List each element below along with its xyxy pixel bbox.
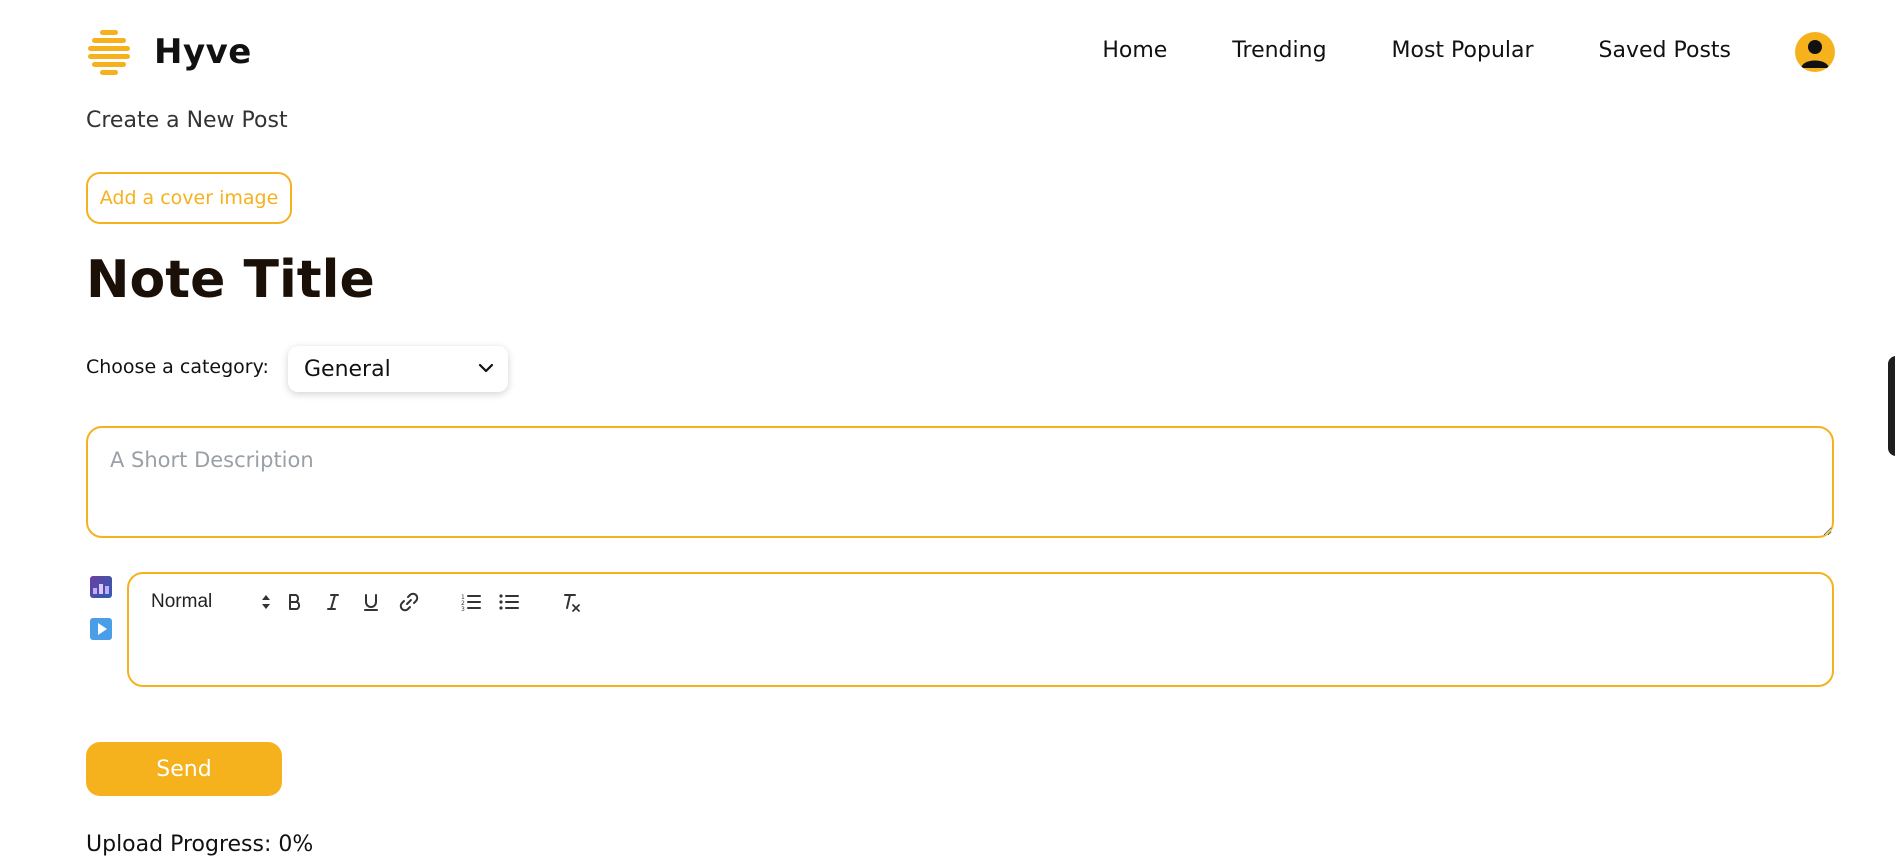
ordered-list-icon: 1 2 3 [461,594,481,612]
italic-button[interactable] [319,588,347,616]
updown-arrows-icon [262,595,270,609]
link-icon [399,592,419,612]
underline-button[interactable] [357,588,385,616]
underline-icon [364,594,378,611]
nav-most-popular[interactable]: Most Popular [1392,38,1534,63]
category-select[interactable]: General [288,346,508,392]
bullet-list-button[interactable] [495,588,523,616]
format-select[interactable]: Normal [151,591,271,613]
nav-home[interactable]: Home [1102,38,1167,63]
insert-video-icon[interactable] [90,618,112,640]
main-nav: Home Trending Most Popular Saved Posts [1037,38,1731,63]
user-avatar-icon[interactable] [1795,32,1835,72]
category-selected-value: General [304,356,391,382]
page-subtitle: Create a New Post [86,108,288,133]
category-label: Choose a category: [86,356,269,378]
nav-saved-posts[interactable]: Saved Posts [1599,38,1731,63]
italic-icon [327,594,339,610]
add-cover-image-button[interactable]: Add a cover image [86,172,292,224]
nav-trending[interactable]: Trending [1232,38,1326,63]
send-button[interactable]: Send [86,742,282,796]
bold-icon [289,594,301,610]
page: Hyve Home Trending Most Popular Saved Po… [0,0,1895,857]
hive-logo-icon [86,30,132,75]
chevron-down-icon [478,363,494,373]
brand-name: Hyve [154,32,252,72]
bullet-list-icon [499,594,519,610]
svg-text:3: 3 [461,606,465,612]
ordered-list-button[interactable]: 1 2 3 [457,588,485,616]
editor-toolbar: Normal 1 2 3 [151,586,585,618]
media-insert-icons [90,576,112,660]
format-select-value: Normal [151,591,213,612]
insert-image-icon[interactable] [90,576,112,598]
side-panel-handle[interactable] [1888,356,1895,456]
link-button[interactable] [395,588,423,616]
upload-progress-text: Upload Progress: 0% [86,832,314,857]
rich-text-editor[interactable]: Normal 1 2 3 [127,572,1834,687]
brand[interactable]: Hyve [86,30,252,75]
bold-button[interactable] [281,588,309,616]
note-title-input[interactable]: Note Title [86,250,375,310]
clear-format-button[interactable] [557,588,585,616]
clear-format-icon [564,594,580,612]
short-description-field[interactable] [86,426,1834,538]
